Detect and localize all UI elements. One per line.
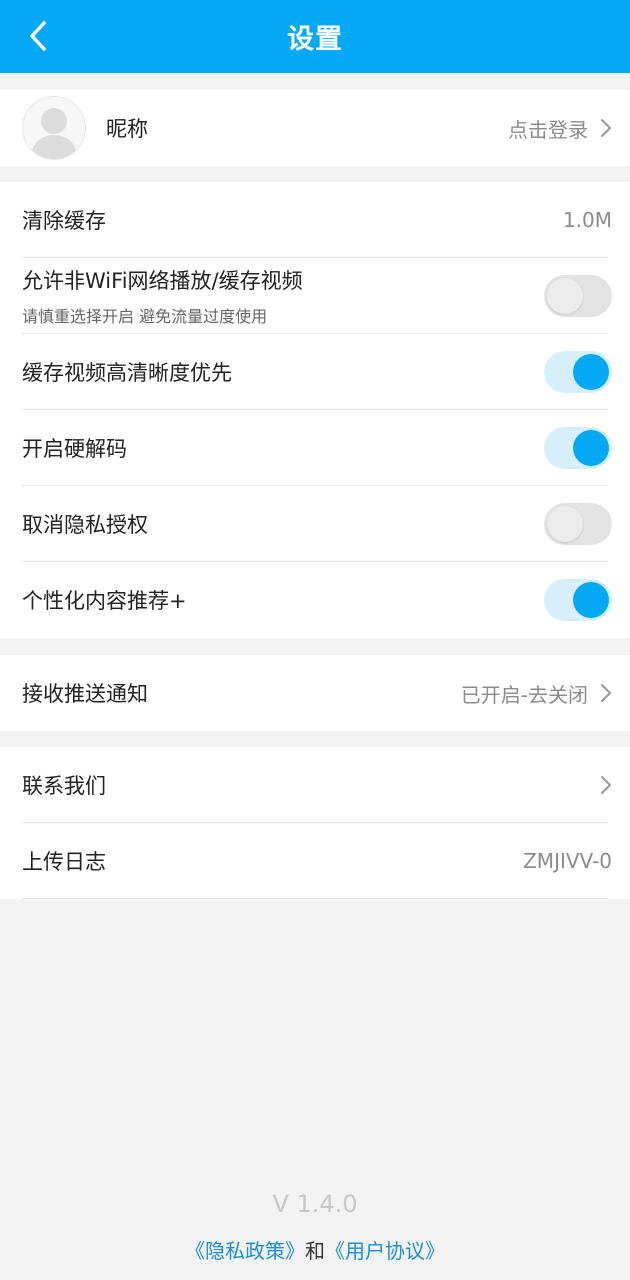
chevron-right-icon bbox=[600, 118, 612, 138]
settings-section: 清除缓存 1.0M 允许非WiFi网络播放/缓存视频 请慎重选择开启 避免流量过… bbox=[0, 182, 630, 638]
toggle-knob bbox=[573, 354, 609, 390]
chevron-right-icon bbox=[600, 775, 612, 795]
top-bar: 设置 bbox=[0, 0, 630, 73]
push-row[interactable]: 接收推送通知 已开启-去关闭 bbox=[0, 655, 630, 731]
user-agreement-link[interactable]: 《用户协议》 bbox=[325, 1239, 445, 1263]
hw-decode-row: 开启硬解码 bbox=[0, 410, 630, 486]
privacy-policy-link[interactable]: 《隐私政策》 bbox=[185, 1239, 305, 1263]
hd-cache-row: 缓存视频高清晰度优先 bbox=[0, 334, 630, 410]
push-status-value: 已开启-去关闭 bbox=[460, 682, 588, 707]
toggle-knob bbox=[547, 278, 583, 314]
revoke-privacy-row: 取消隐私授权 bbox=[0, 486, 630, 562]
hd-cache-toggle[interactable] bbox=[544, 351, 612, 393]
avatar bbox=[22, 96, 86, 160]
allow-non-wifi-toggle[interactable] bbox=[544, 275, 612, 317]
personalized-label: 个性化内容推荐+ bbox=[22, 589, 187, 613]
revoke-privacy-toggle[interactable] bbox=[544, 503, 612, 545]
back-button[interactable] bbox=[14, 12, 62, 60]
misc-section: 联系我们 上传日志 ZMJIVV-0 bbox=[0, 747, 630, 899]
clear-cache-label: 清除缓存 bbox=[22, 209, 106, 233]
toggle-knob bbox=[573, 430, 609, 466]
allow-non-wifi-row: 允许非WiFi网络播放/缓存视频 请慎重选择开启 避免流量过度使用 bbox=[0, 258, 630, 334]
personalized-row: 个性化内容推荐+ bbox=[0, 562, 630, 638]
page-title: 设置 bbox=[287, 24, 343, 55]
chevron-left-icon bbox=[30, 21, 46, 51]
cache-size-value: 1.0M bbox=[562, 208, 612, 232]
hd-cache-label: 缓存视频高清晰度优先 bbox=[22, 361, 232, 385]
legal-links: 《隐私政策》和《用户协议》 bbox=[0, 1235, 630, 1264]
revoke-privacy-label: 取消隐私授权 bbox=[22, 513, 148, 537]
login-link[interactable]: 点击登录 bbox=[508, 114, 588, 143]
version-label: V 1.4.0 bbox=[272, 1190, 358, 1218]
user-avatar-icon bbox=[31, 108, 77, 159]
hw-decode-label: 开启硬解码 bbox=[22, 437, 127, 461]
upload-log-row[interactable]: 上传日志 ZMJIVV-0 bbox=[0, 823, 630, 899]
contact-label: 联系我们 bbox=[22, 774, 106, 798]
contact-row[interactable]: 联系我们 bbox=[0, 747, 630, 823]
nickname-label: 昵称 bbox=[106, 117, 148, 141]
clear-cache-row[interactable]: 清除缓存 1.0M bbox=[0, 182, 630, 258]
upload-log-label: 上传日志 bbox=[22, 850, 106, 874]
push-section: 接收推送通知 已开启-去关闭 bbox=[0, 655, 630, 731]
device-id-value: ZMJIVV-0 bbox=[523, 849, 612, 873]
divider bbox=[22, 898, 608, 899]
allow-non-wifi-label: 允许非WiFi网络播放/缓存视频 bbox=[22, 269, 303, 293]
hw-decode-toggle[interactable] bbox=[544, 427, 612, 469]
chevron-right-icon bbox=[600, 683, 612, 703]
push-label: 接收推送通知 bbox=[22, 682, 148, 706]
and-text: 和 bbox=[305, 1239, 325, 1263]
profile-row[interactable]: 昵称 点击登录 bbox=[0, 90, 630, 166]
toggle-knob bbox=[573, 582, 609, 618]
profile-section: 昵称 点击登录 bbox=[0, 90, 630, 166]
toggle-knob bbox=[547, 506, 583, 542]
allow-non-wifi-sublabel: 请慎重选择开启 避免流量过度使用 bbox=[22, 307, 268, 326]
personalized-toggle[interactable] bbox=[544, 579, 612, 621]
